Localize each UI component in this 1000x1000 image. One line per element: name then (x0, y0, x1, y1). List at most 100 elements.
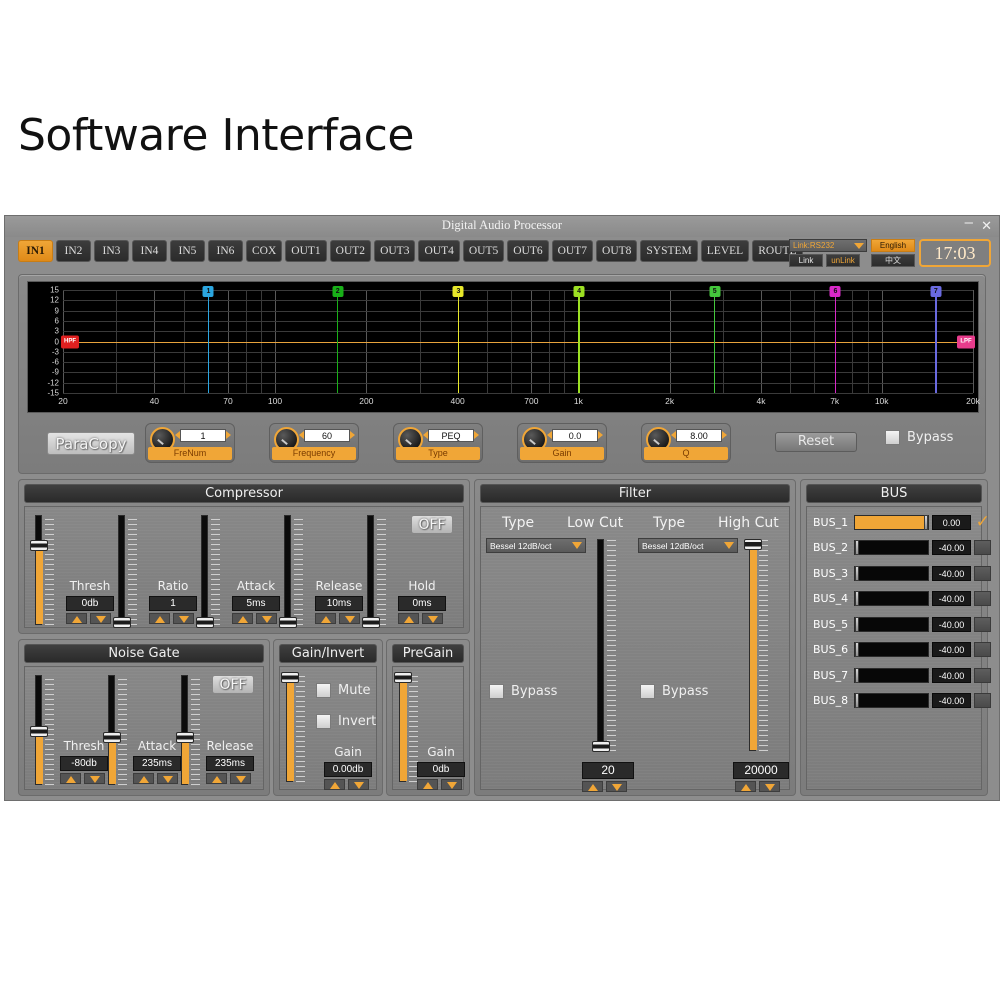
gain-invert-slider-handle[interactable] (281, 672, 299, 684)
bus-slider-bus_7[interactable] (854, 667, 930, 683)
eq-plot-area[interactable]: 1234567 HPF LPF 20 40 70 100 200 400 700 1k 2k 4k 7… (47, 286, 979, 407)
bus-slider-bus_8[interactable] (854, 693, 930, 708)
eq-band-handle-5[interactable]: 5 (709, 286, 721, 297)
bus-slider-bus_5[interactable] (854, 616, 930, 632)
noise-gate-onoff-button[interactable]: OFF (212, 675, 254, 694)
close-icon[interactable]: ✕ (981, 219, 992, 232)
compressor-attack-down-icon[interactable] (256, 613, 277, 624)
compressor-release-up-icon[interactable] (315, 613, 336, 624)
high-cut-bypass-checkbox[interactable] (640, 684, 655, 699)
compressor-release-slider[interactable] (279, 515, 304, 628)
gain-invert-gain-down-icon[interactable] (348, 779, 369, 790)
gain-invert-gain-value[interactable]: 0.00db (324, 762, 372, 777)
noise-gate-attack-down-icon[interactable] (157, 773, 178, 784)
pregain-gain-value[interactable]: 0db (417, 762, 465, 777)
gain-invert-gain-spinner[interactable] (324, 779, 369, 790)
eq-band-2[interactable]: 2 (332, 286, 344, 393)
eq-band-handle-1[interactable]: 1 (202, 286, 214, 297)
eq-cut-marker-hpf[interactable]: HPF (61, 335, 79, 348)
noise-gate-attack-spinner[interactable] (133, 773, 178, 784)
bus-slider-bus_4[interactable] (854, 591, 930, 606)
bus-slider-grip[interactable] (855, 693, 860, 708)
high-cut-spinner[interactable] (735, 781, 780, 792)
bus-slider-bus_3[interactable] (854, 565, 930, 581)
low-cut-bypass-toggle[interactable]: Bypass (489, 684, 557, 699)
eq-cut-marker-lpf[interactable]: LPF (957, 335, 975, 348)
bus-slider-grip[interactable] (855, 642, 860, 657)
compressor-thresh-value[interactable]: 0db (66, 596, 114, 611)
bus-value-bus_8[interactable]: -40.00 (932, 693, 971, 708)
noise-gate-attack-value[interactable]: 235ms (133, 756, 181, 771)
knob-increment-icon[interactable] (722, 431, 727, 439)
compressor-ratio-slider[interactable] (113, 515, 138, 628)
bus-checkbox-bus_2[interactable] (973, 540, 992, 555)
pregain-gain-spinner[interactable] (417, 779, 462, 790)
tab-in1[interactable]: IN1 (18, 240, 53, 262)
tab-out4[interactable]: OUT4 (418, 240, 460, 262)
invert-checkbox[interactable] (316, 714, 331, 729)
language-english-button[interactable]: English (871, 239, 915, 252)
noise-gate-release-down-icon[interactable] (230, 773, 251, 784)
bus-checkbox-bus_4[interactable] (973, 591, 992, 606)
eq-bypass-toggle[interactable]: Bypass (885, 430, 953, 445)
minimize-icon[interactable]: – (965, 215, 973, 230)
compressor-thresh-slider[interactable] (30, 515, 55, 625)
tab-in3[interactable]: IN3 (94, 240, 129, 262)
compressor-hold-down-icon[interactable] (422, 613, 443, 624)
low-cut-slider-handle[interactable] (592, 740, 610, 752)
tab-out3[interactable]: OUT3 (374, 240, 416, 262)
tab-in2[interactable]: IN2 (56, 240, 91, 262)
compressor-thresh-down-icon[interactable] (90, 613, 111, 624)
eq-band-handle-4[interactable]: 4 (573, 286, 585, 297)
compressor-thresh-up-icon[interactable] (66, 613, 87, 624)
compressor-hold-slider-handle[interactable] (362, 616, 380, 628)
compressor-onoff-button[interactable]: OFF (411, 515, 453, 534)
knob-increment-icon[interactable] (226, 431, 231, 439)
eq-band-5[interactable]: 5 (709, 286, 721, 393)
tab-out6[interactable]: OUT6 (507, 240, 549, 262)
high-cut-slider-handle[interactable] (744, 539, 762, 551)
tab-out7[interactable]: OUT7 (551, 240, 594, 262)
bus-checkbox-bus_5[interactable] (973, 616, 992, 632)
bus-slider-grip[interactable] (924, 514, 929, 530)
knob-value-type[interactable]: PEQ (428, 429, 474, 442)
gain-invert-slider[interactable] (281, 672, 306, 782)
compressor-ratio-value[interactable]: 1 (149, 596, 197, 611)
bus-checkbox-bus_7[interactable] (973, 667, 992, 683)
bus-value-bus_1[interactable]: 0.00 (932, 514, 971, 530)
bus-checkbox-bus_1[interactable] (974, 512, 991, 532)
pregain-gain-up-icon[interactable] (417, 779, 438, 790)
invert-toggle[interactable]: Invert (316, 714, 376, 729)
knob-value-frequency[interactable]: 60 (304, 429, 350, 442)
bus-checkbox-bus_6[interactable] (973, 642, 992, 657)
pregain-gain-down-icon[interactable] (441, 779, 462, 790)
low-cut-spinner[interactable] (582, 781, 627, 792)
compressor-ratio-down-icon[interactable] (173, 613, 194, 624)
high-cut-up-icon[interactable] (735, 781, 756, 792)
knob-increment-icon[interactable] (474, 431, 479, 439)
compressor-attack-spinner[interactable] (232, 613, 277, 624)
compressor-ratio-spinner[interactable] (149, 613, 194, 624)
tab-cox[interactable]: COX (246, 240, 283, 262)
noise-gate-release-value[interactable]: 235ms (206, 756, 254, 771)
tab-level[interactable]: LEVEL (700, 240, 750, 262)
tab-out2[interactable]: OUT2 (329, 240, 372, 262)
high-cut-down-icon[interactable] (759, 781, 780, 792)
high-cut-slider[interactable] (744, 539, 769, 751)
noise-gate-attack-slider-handle[interactable] (103, 731, 121, 743)
knob-value-frenum[interactable]: 1 (180, 429, 226, 442)
compressor-attack-slider-handle[interactable] (196, 616, 214, 628)
bus-slider-bus_1[interactable] (854, 514, 930, 530)
noise-gate-thresh-up-icon[interactable] (60, 773, 81, 784)
knob-increment-icon[interactable] (598, 431, 603, 439)
tab-out1[interactable]: OUT1 (285, 240, 327, 262)
tab-in5[interactable]: IN5 (170, 240, 205, 262)
compressor-hold-up-icon[interactable] (398, 613, 419, 624)
eq-band-handle-3[interactable]: 3 (452, 286, 464, 297)
compressor-thresh-spinner[interactable] (66, 613, 111, 624)
reset-button[interactable]: Reset (775, 432, 857, 452)
pregain-slider[interactable] (394, 672, 419, 782)
tab-out5[interactable]: OUT5 (462, 240, 505, 262)
bus-checkbox-bus_3[interactable] (973, 565, 992, 581)
eq-band-handle-2[interactable]: 2 (332, 286, 344, 297)
